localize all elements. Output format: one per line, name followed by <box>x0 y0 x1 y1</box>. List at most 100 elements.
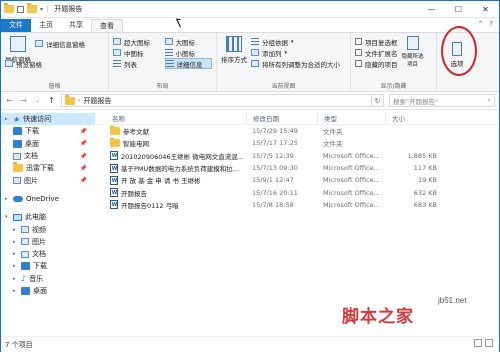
desktop-icon <box>13 139 22 148</box>
file-name: 开 放 基 金 申 请 书 王继彬 <box>121 177 201 186</box>
column-header-size[interactable]: 大小 <box>385 113 445 123</box>
window-controls: — ☐ ✕ <box>418 1 499 18</box>
star-icon: ★ <box>13 114 21 124</box>
ribbon-group-label-show-hide: 显示/隐藏 <box>380 83 407 90</box>
add-column-label: 添加列 <box>262 49 282 58</box>
tab-home[interactable]: 主页 <box>31 19 61 32</box>
layout-option-label: 小图标 <box>175 49 196 58</box>
tab-share[interactable]: 共享 <box>61 19 91 32</box>
expand-icon[interactable]: ▸ <box>13 288 18 294</box>
file-date: 15/7/5 12:39 <box>252 151 294 160</box>
sidebar-item-pc-documents[interactable]: ▸ 文档 <box>1 248 95 260</box>
tab-file[interactable]: 文件 <box>1 19 31 32</box>
properties-icon[interactable] <box>17 5 24 13</box>
table-row[interactable]: 基于PMU数据的电力系统负荷建模和拉... 15/7/13 09:30 Micr… <box>96 162 499 174</box>
chevron-right-icon[interactable]: › <box>78 97 80 104</box>
details-view-icon[interactable] <box>474 339 482 347</box>
table-row[interactable]: 开 放 基 金 申 请 书 王继彬 15/9/1 12:47 Microsoft… <box>96 174 499 186</box>
tab-view[interactable]: 查看 <box>91 19 123 32</box>
layout-option-list[interactable]: 列表 <box>113 58 161 69</box>
main-area: ▸ ★ 快速访问 下载 📌 桌面 📌 文档 📌 迅雷下载 📌 图片 📌 ▸ OneDrive… <box>1 110 499 335</box>
file-type: 文件夹 <box>323 128 343 137</box>
file-list-header: 名称 修改日期 类型 大小 <box>96 112 499 125</box>
sidebar-item-pc-desktop[interactable]: ▸ 桌面 <box>1 285 95 297</box>
expand-icon[interactable]: ▸ <box>13 276 18 282</box>
word-document-icon <box>110 188 118 198</box>
refresh-button[interactable]: ↻ <box>372 94 384 107</box>
recent-locations-button[interactable]: ⌄ <box>33 97 42 104</box>
sidebar-item-pictures[interactable]: 图片 📌 <box>1 174 95 186</box>
sidebar-item-onedrive[interactable]: ▸ OneDrive <box>1 193 95 205</box>
sidebar-item-label: 文档 <box>24 152 38 161</box>
table-row[interactable]: 开题报告0112 弓暗 15/7/8 18:58 Microsoft Offic… <box>96 199 499 211</box>
expand-icon[interactable]: ▸ <box>5 116 10 122</box>
expand-icon[interactable]: ▸ <box>5 196 10 202</box>
sidebar-item-thunder-downloads[interactable]: 迅雷下载 📌 <box>1 162 95 174</box>
sidebar-item-quick-access[interactable]: ▸ ★ 快速访问 <box>1 113 95 126</box>
table-row[interactable]: 智能电网 15/7/17 17:25 文件夹 <box>96 137 499 149</box>
layout-option-small[interactable]: 小图标 <box>164 47 213 58</box>
layout-option-details[interactable]: 详细信息 <box>164 58 212 69</box>
fit-columns-button[interactable]: 将所有列调整为合适的大小 <box>251 58 340 69</box>
sidebar-item-music[interactable]: ▸ ♪ 音乐 <box>1 273 95 285</box>
sidebar-item-pc-downloads[interactable]: ▸ 下载 <box>1 260 95 272</box>
pin-icon[interactable]: 📌 <box>80 165 87 172</box>
file-type: Microsoft Office... <box>323 164 380 173</box>
expand-icon[interactable]: ▸ <box>13 239 18 245</box>
sidebar-item-downloads[interactable]: 下载 📌 <box>1 125 95 137</box>
maximize-button[interactable]: ☐ <box>445 1 472 18</box>
sidebar-item-this-pc[interactable]: ▾ 此电脑 <box>1 211 95 223</box>
pin-icon[interactable]: 📌 <box>80 153 87 160</box>
table-row[interactable]: 开题报告 15/7/16 20:11 Microsoft Office... 6… <box>96 186 499 198</box>
sort-by-label: 排序方式 <box>221 56 247 64</box>
layout-option-label: 大图标 <box>175 38 196 47</box>
column-header-name[interactable]: 名称 <box>96 113 246 123</box>
expand-icon[interactable]: ▸ <box>13 227 18 233</box>
up-button[interactable]: ↑ <box>47 96 56 105</box>
layout-option-xlarge[interactable]: 超大图标 <box>113 36 161 47</box>
medium-icons-icon <box>113 49 121 56</box>
back-button[interactable]: ← <box>5 96 14 105</box>
ribbon-group-show-hide: 项目复选框 文件扩展名 隐藏的项目 隐藏所选项目 显示/隐藏 <box>351 33 437 91</box>
group-by-button[interactable]: 分组依据 ▾ <box>251 36 340 47</box>
layout-option-medium[interactable]: 中图标 <box>113 47 161 58</box>
pin-icon[interactable]: 📌 <box>80 140 87 147</box>
table-row[interactable]: 201020906046王继彬 微电网文直流混... 15/7/5 12:39 … <box>96 150 499 162</box>
sort-by-button[interactable]: 排序方式 <box>221 36 247 69</box>
new-folder-icon[interactable] <box>27 3 37 13</box>
sidebar-item-videos[interactable]: ▸ 视频 <box>1 223 95 235</box>
expand-icon[interactable]: ▸ <box>13 263 18 269</box>
file-size: 632 KB <box>413 188 437 197</box>
help-icon[interactable]: ? <box>489 20 493 28</box>
item-checkbox-toggle[interactable]: 项目复选框 <box>355 36 398 47</box>
ribbon-group-pane: 导航窗格 详细信息窗格 预览窗格 窗格 <box>1 33 109 91</box>
table-row[interactable]: 参考文献 15/7/29 15:49 文件夹 <box>96 125 499 137</box>
collapse-ribbon-icon[interactable]: ⌃ <box>477 20 483 28</box>
minimize-button[interactable]: — <box>418 1 445 18</box>
sidebar-item-documents[interactable]: 文档 📌 <box>1 150 95 162</box>
address-path[interactable]: 开题报告 <box>83 96 111 106</box>
pin-icon[interactable]: 📌 <box>80 177 87 184</box>
large-icons-view-icon[interactable] <box>485 339 493 347</box>
file-ext-toggle[interactable]: 文件扩展名 <box>355 47 398 58</box>
sidebar-item-pc-pictures[interactable]: ▸ 图片 <box>1 236 95 248</box>
sidebar-item-desktop[interactable]: 桌面 📌 <box>1 138 95 150</box>
pin-icon[interactable]: 📌 <box>80 128 87 135</box>
address-bar[interactable]: › 开题报告 <box>61 94 372 107</box>
chevron-down-icon[interactable]: ▾ <box>40 6 43 13</box>
hidden-items-toggle[interactable]: 隐藏的项目 <box>355 58 398 69</box>
expand-icon[interactable]: ▾ <box>5 214 10 220</box>
close-button[interactable]: ✕ <box>472 1 499 18</box>
column-header-date[interactable]: 修改日期 <box>246 113 317 123</box>
group-by-label: 分组依据 <box>262 38 288 47</box>
column-header-type[interactable]: 类型 <box>317 113 385 123</box>
search-input[interactable]: 搜索"开题报告" ⌕ <box>389 94 495 107</box>
layout-option-large[interactable]: 大图标 <box>164 36 213 47</box>
add-column-button[interactable]: 添加列 ▾ <box>251 47 340 58</box>
forward-button[interactable]: → <box>19 96 28 105</box>
expand-icon[interactable]: ▸ <box>13 251 18 257</box>
details-pane-button[interactable]: 详细信息窗格 <box>35 38 85 49</box>
hide-selected-button[interactable]: 隐藏所选项目 <box>401 36 425 69</box>
options-label: 选项 <box>450 60 464 68</box>
options-button[interactable]: 选项 <box>441 36 473 68</box>
